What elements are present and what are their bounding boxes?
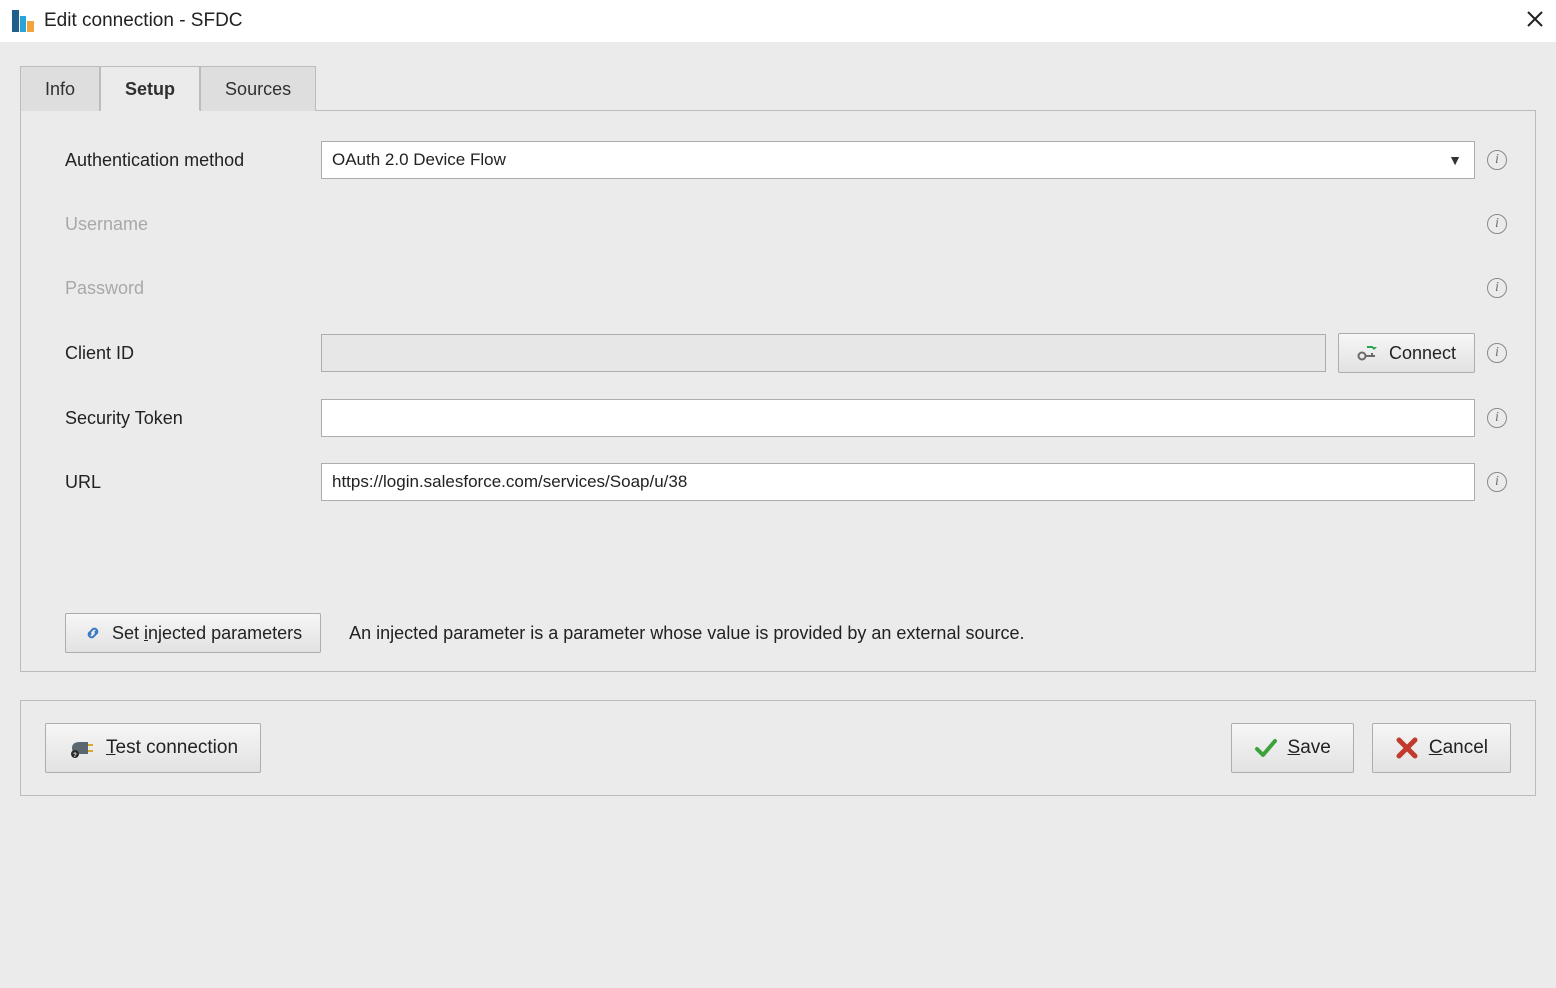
app-icon: [12, 10, 34, 32]
url-input[interactable]: [321, 463, 1475, 501]
cancel-button[interactable]: Cancel: [1372, 723, 1511, 773]
x-icon: [1395, 736, 1419, 760]
dialog-body: Info Setup Sources Authentication method…: [0, 42, 1556, 988]
info-icon[interactable]: i: [1487, 278, 1507, 298]
info-icon[interactable]: i: [1487, 150, 1507, 170]
injected-help-text: An injected parameter is a parameter who…: [349, 623, 1024, 644]
auth-method-select[interactable]: OAuth 2.0 Device Flow ▼: [321, 141, 1475, 179]
key-arrow-icon: [1357, 345, 1379, 361]
set-injected-parameters-button[interactable]: Set injected parameters: [65, 613, 321, 653]
save-button[interactable]: Save: [1231, 723, 1354, 773]
tab-setup[interactable]: Setup: [100, 66, 200, 111]
row-url: URL i: [65, 463, 1507, 501]
titlebar: Edit connection - SFDC: [0, 0, 1556, 42]
client-id-input: [321, 334, 1326, 372]
footer: ? Test connection Save Cancel: [20, 700, 1536, 796]
svg-text:?: ?: [73, 753, 77, 759]
info-icon[interactable]: i: [1487, 214, 1507, 234]
label-client-id: Client ID: [65, 343, 321, 364]
row-security-token: Security Token i: [65, 399, 1507, 437]
cancel-label: Cancel: [1429, 737, 1488, 759]
connect-label: Connect: [1389, 343, 1456, 364]
tabs: Info Setup Sources: [20, 66, 1536, 111]
security-token-input[interactable]: [321, 399, 1475, 437]
tab-sources[interactable]: Sources: [200, 66, 316, 111]
label-url: URL: [65, 472, 321, 493]
label-username: Username: [65, 214, 321, 235]
test-connection-label: Test connection: [106, 737, 238, 759]
injected-row: Set injected parameters An injected para…: [65, 611, 1507, 653]
row-auth-method: Authentication method OAuth 2.0 Device F…: [65, 141, 1507, 179]
test-connection-button[interactable]: ? Test connection: [45, 723, 261, 773]
connect-button[interactable]: Connect: [1338, 333, 1475, 373]
link-icon: [84, 624, 102, 642]
window-title: Edit connection - SFDC: [44, 10, 243, 32]
info-icon[interactable]: i: [1487, 472, 1507, 492]
injected-button-label: Set injected parameters: [112, 623, 302, 644]
label-password: Password: [65, 278, 321, 299]
info-icon[interactable]: i: [1487, 408, 1507, 428]
auth-method-value: OAuth 2.0 Device Flow: [332, 150, 506, 170]
plug-icon: ?: [68, 736, 96, 760]
label-security-token: Security Token: [65, 408, 321, 429]
chevron-down-icon: ▼: [1448, 152, 1462, 168]
label-auth-method: Authentication method: [65, 150, 321, 171]
info-icon[interactable]: i: [1487, 343, 1507, 363]
save-label: Save: [1288, 737, 1331, 759]
row-client-id: Client ID Connect i: [65, 333, 1507, 373]
setup-panel: Authentication method OAuth 2.0 Device F…: [20, 110, 1536, 672]
row-username: Username i: [65, 205, 1507, 243]
close-icon[interactable]: [1526, 10, 1544, 32]
tab-info[interactable]: Info: [20, 66, 100, 111]
check-icon: [1254, 736, 1278, 760]
row-password: Password i: [65, 269, 1507, 307]
